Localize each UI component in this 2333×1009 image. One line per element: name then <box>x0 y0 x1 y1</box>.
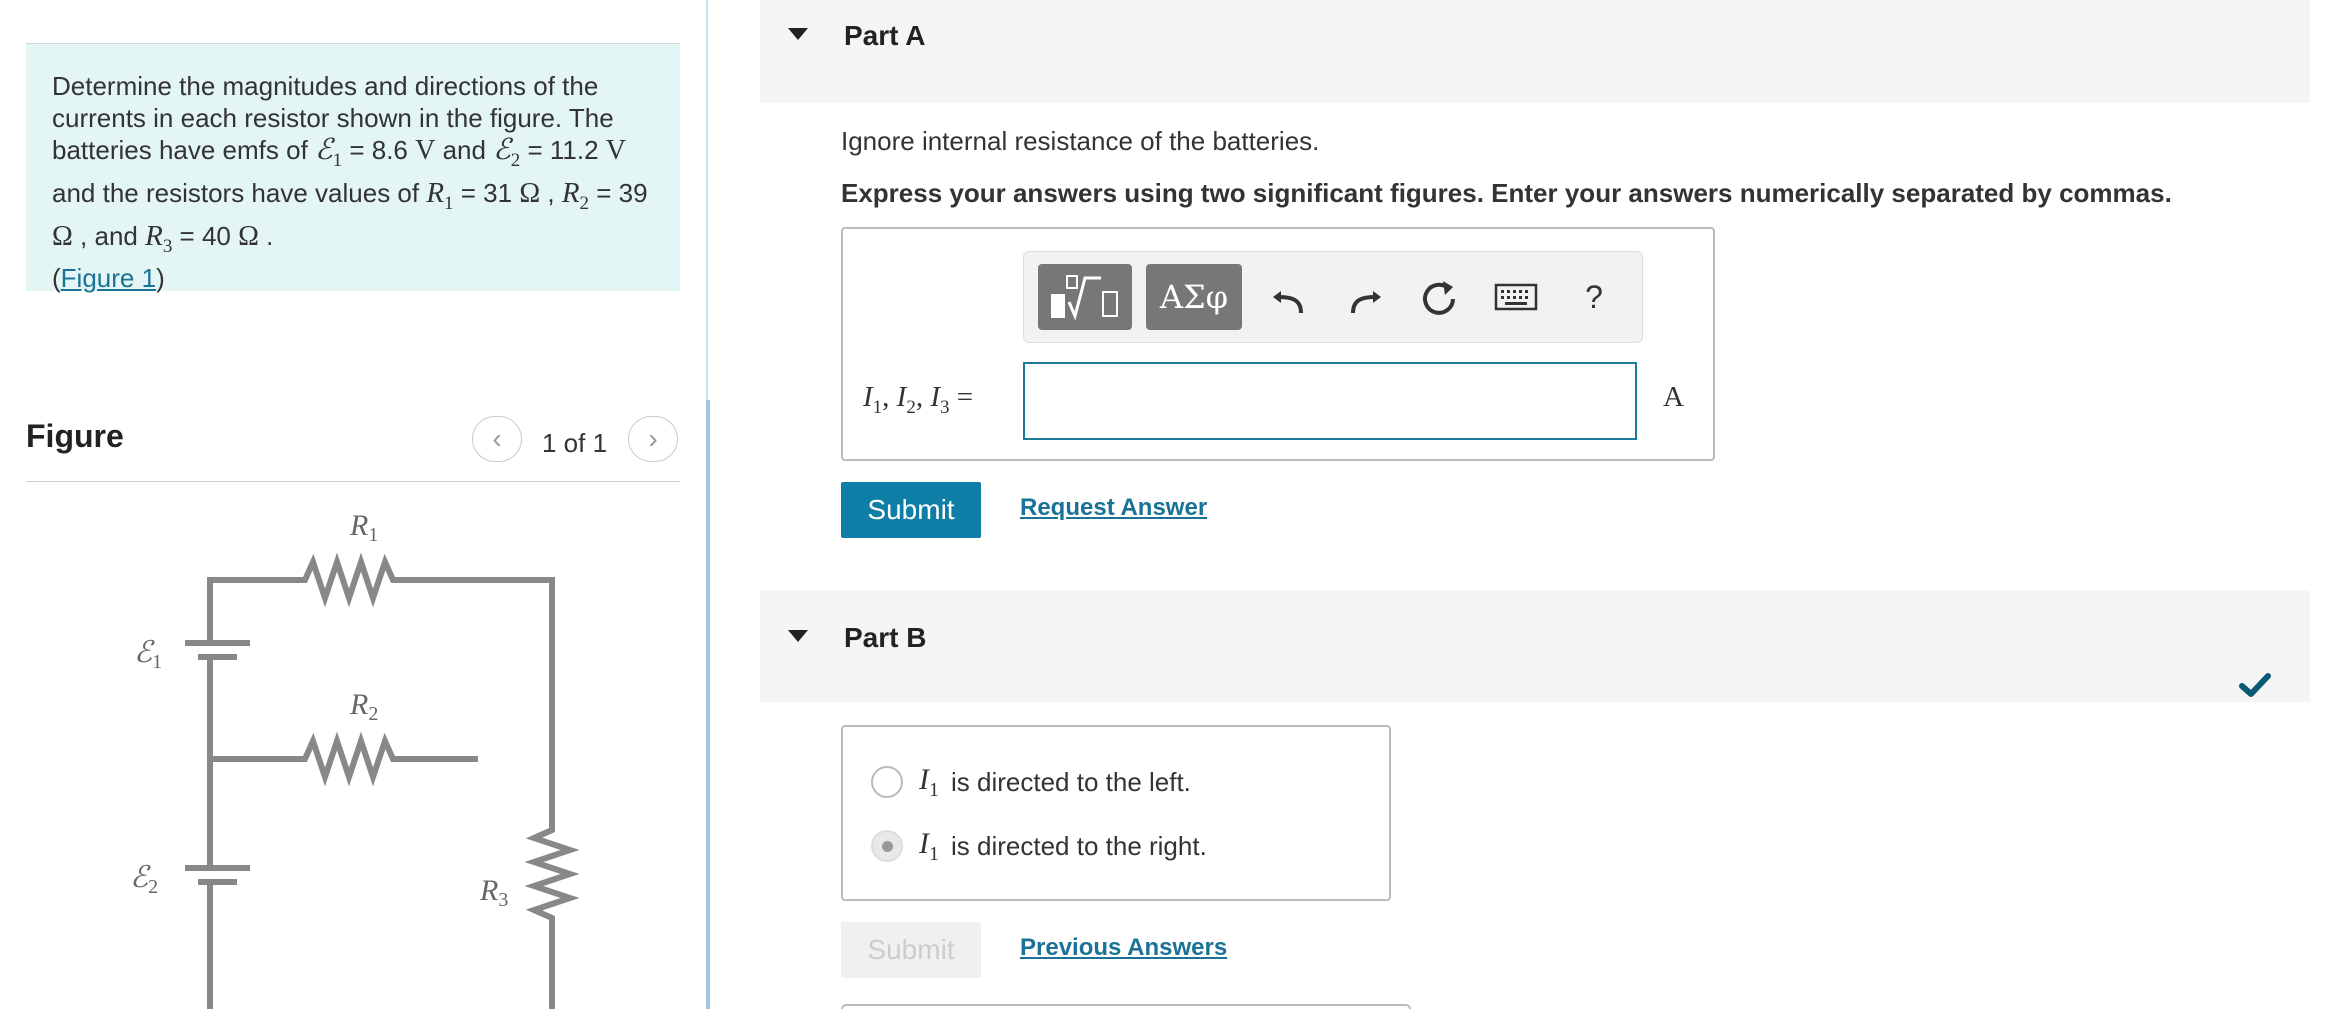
middle-wire-r2 <box>210 731 478 787</box>
figure-counter: 1 of 1 <box>542 428 608 458</box>
reset-button[interactable] <box>1410 264 1468 330</box>
figure-header: Figure ‹ 1 of 1 › <box>26 410 680 482</box>
part-a-express: Express your answers using two significa… <box>841 178 2172 208</box>
label-e1: ℰ1 <box>134 636 162 673</box>
label-r1: R1 <box>349 509 378 546</box>
undo-button[interactable] <box>1260 264 1318 330</box>
submit-button-part-b: Submit <box>841 922 981 978</box>
checkmark-icon <box>2239 673 2271 697</box>
left-panel: Determine the magnitudes and directions … <box>0 0 710 1009</box>
chevron-left-icon: ‹ <box>492 423 502 454</box>
circuit-diagram: R1 R2 R3 ℰ1 ℰ2 <box>130 509 580 1009</box>
undo-icon <box>1273 291 1303 314</box>
variable-label: I1, I2, I3 = <box>863 381 974 418</box>
figure-1-link[interactable]: Figure 1 <box>61 263 156 293</box>
templates-icon <box>1051 275 1118 321</box>
label-r2: R2 <box>349 688 378 725</box>
redo-button[interactable] <box>1336 264 1394 330</box>
math-toolbar: ΑΣφ ? <box>1023 251 1643 343</box>
part-b-title: Part B <box>844 622 927 653</box>
keyboard-icon <box>1494 283 1538 311</box>
previous-answers-link[interactable]: Previous Answers <box>1020 934 1227 962</box>
right-pane: Part A Ignore internal resistance of the… <box>760 0 2310 1009</box>
keyboard-button[interactable] <box>1484 264 1548 330</box>
unit-label: A <box>1663 381 1684 413</box>
help-button[interactable]: ? <box>1566 264 1622 330</box>
figure-title: Figure <box>26 418 124 454</box>
choice-right[interactable]: I1 is directed to the right. <box>871 826 1207 866</box>
radio-left[interactable] <box>871 766 903 798</box>
right-wire-r3 <box>524 800 580 1009</box>
collapse-triangle-icon <box>788 630 808 642</box>
part-a-instruction: Ignore internal resistance of the batter… <box>841 126 1320 156</box>
radio-right[interactable] <box>871 830 903 862</box>
choice-box <box>841 725 1391 901</box>
answer-input[interactable] <box>1023 362 1637 440</box>
top-wire-r1 <box>207 552 555 800</box>
collapse-triangle-icon <box>788 28 808 40</box>
choice-left[interactable]: I1 is directed to the left. <box>871 762 1191 802</box>
reset-icon <box>1423 281 1455 315</box>
panel-resize-handle[interactable] <box>706 400 710 1009</box>
help-icon: ? <box>1585 278 1603 315</box>
request-answer-link[interactable]: Request Answer <box>1020 494 1207 522</box>
templates-button[interactable] <box>1038 264 1132 330</box>
previous-figure-button[interactable]: ‹ <box>472 416 522 462</box>
part-a-title: Part A <box>844 20 926 51</box>
greek-button[interactable]: ΑΣφ <box>1146 264 1242 330</box>
next-figure-button[interactable]: › <box>628 416 678 462</box>
redo-icon <box>1351 291 1381 314</box>
submit-button-part-a[interactable]: Submit <box>841 482 981 538</box>
part-b-header[interactable]: Part B <box>760 590 2310 702</box>
next-box-edge <box>841 1004 1411 1009</box>
label-r3: R3 <box>479 874 508 911</box>
answer-box: ΑΣφ ? I1, I2, I3 = A <box>841 227 1715 461</box>
problem-statement: Determine the magnitudes and directions … <box>26 43 680 293</box>
greek-icon: ΑΣφ <box>1159 278 1229 316</box>
part-a-header[interactable]: Part A <box>760 0 2310 103</box>
chevron-right-icon: › <box>648 423 658 454</box>
label-e2: ℰ2 <box>130 861 158 898</box>
